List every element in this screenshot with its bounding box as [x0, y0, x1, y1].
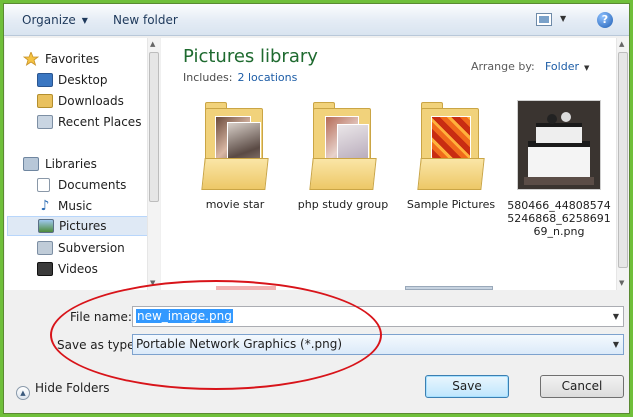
- save-form: File name: new_image.png ▼ Save as type:…: [4, 292, 629, 362]
- view-options-chevron-icon[interactable]: ▼: [560, 14, 566, 23]
- save-button[interactable]: Save: [425, 375, 509, 398]
- folder-item-php-study-group[interactable]: php study group: [291, 100, 395, 211]
- locations-link[interactable]: 2 locations: [237, 71, 297, 84]
- sidebar-item-subversion[interactable]: Subversion: [5, 238, 146, 258]
- includes-label: Includes:: [183, 71, 233, 84]
- nav-favorites-header[interactable]: Favorites: [5, 49, 146, 69]
- file-list-pane: Pictures library Includes: 2 locations Ar…: [161, 38, 629, 290]
- sidebar-item-music[interactable]: ♪ Music: [5, 196, 146, 216]
- chevron-up-icon: ▲: [16, 386, 30, 400]
- sidebar-item-label: Recent Places: [58, 115, 142, 129]
- sidebar-item-recent-places[interactable]: Recent Places: [5, 112, 146, 132]
- libraries-icon: [23, 157, 39, 171]
- content-scrollbar[interactable]: ▲ ▼: [616, 38, 629, 290]
- partial-item-thumbnail: [405, 286, 493, 290]
- file-name-label: File name:: [70, 310, 132, 324]
- item-label: Sample Pictures: [406, 198, 496, 211]
- cancel-button[interactable]: Cancel: [540, 375, 624, 398]
- scroll-up-arrow-icon[interactable]: ▲: [619, 40, 624, 48]
- chevron-down-icon: ▼: [612, 340, 619, 349]
- file-name-input[interactable]: new_image.png ▼: [132, 306, 624, 327]
- folder-icon: [199, 100, 271, 190]
- sidebar-item-pictures[interactable]: Pictures: [7, 216, 148, 236]
- sidebar-item-label: Subversion: [58, 241, 125, 255]
- nav-libraries-label: Libraries: [45, 157, 97, 171]
- downloads-icon: [37, 94, 53, 108]
- image-item-png[interactable]: 580466_448085745246868_625869169_n.png: [507, 100, 611, 238]
- new-folder-button[interactable]: New folder: [113, 13, 178, 27]
- chevron-down-icon: ▼: [584, 64, 590, 72]
- nav-scrollbar[interactable]: ▲ ▼: [147, 38, 160, 290]
- hide-folders-toggle[interactable]: ▲ Hide Folders: [16, 381, 110, 400]
- view-icon[interactable]: [536, 13, 552, 26]
- pictures-icon: [38, 219, 54, 233]
- folder-icon: [307, 100, 379, 190]
- organize-label: Organize: [22, 13, 76, 27]
- documents-icon: [37, 178, 50, 192]
- file-name-value: new_image.png: [136, 309, 233, 323]
- toolbar: Organize ▼ New folder ▼ ?: [4, 4, 629, 36]
- partial-item-thumbnail: [216, 286, 276, 290]
- sidebar-item-label: Music: [58, 199, 93, 213]
- recent-places-icon: [37, 115, 53, 129]
- desktop-icon: [37, 73, 53, 87]
- sidebar-item-documents[interactable]: Documents: [5, 175, 146, 195]
- hide-folders-label: Hide Folders: [35, 381, 110, 395]
- save-as-dialog: Organize ▼ New folder ▼ ? Favorites Deskt…: [3, 3, 630, 414]
- image-thumbnail: [517, 100, 601, 190]
- arrange-by-label: Arrange by:: [471, 60, 535, 73]
- folder-item-sample-pictures[interactable]: Sample Pictures: [399, 100, 503, 211]
- scroll-down-arrow-icon[interactable]: ▼: [150, 279, 155, 287]
- save-as-type-select[interactable]: Portable Network Graphics (*.png) ▼: [132, 334, 624, 355]
- music-icon: ♪: [40, 198, 50, 214]
- folder-icon: [415, 100, 487, 190]
- navigation-pane: Favorites Desktop Downloads Recent Place…: [5, 38, 160, 290]
- arrange-by-dropdown[interactable]: Folder ▼: [545, 60, 589, 73]
- videos-icon: [37, 262, 53, 276]
- arrange-by-value: Folder: [545, 60, 579, 73]
- sidebar-item-label: Videos: [58, 262, 98, 276]
- library-includes: Includes: 2 locations: [183, 71, 297, 84]
- organize-button[interactable]: Organize ▼: [22, 13, 88, 27]
- item-label: 580466_448085745246868_625869169_n.png: [507, 199, 611, 238]
- save-as-type-value: Portable Network Graphics (*.png): [136, 337, 343, 351]
- help-icon[interactable]: ?: [597, 12, 613, 28]
- scroll-up-arrow-icon[interactable]: ▲: [150, 40, 155, 48]
- sidebar-item-label: Documents: [58, 178, 127, 192]
- subversion-icon: [37, 241, 53, 255]
- chevron-down-icon: ▼: [81, 16, 88, 25]
- nav-favorites-label: Favorites: [45, 52, 100, 66]
- page-title: Pictures library: [183, 46, 318, 67]
- item-label: php study group: [297, 198, 389, 211]
- sidebar-item-label: Downloads: [58, 94, 124, 108]
- folder-item-movie-star[interactable]: movie star: [183, 100, 287, 211]
- sidebar-item-label: Desktop: [58, 73, 108, 87]
- content-scrollbar-thumb[interactable]: [618, 52, 628, 268]
- sidebar-item-label: Pictures: [59, 219, 107, 233]
- nav-scrollbar-thumb[interactable]: [149, 52, 159, 202]
- sidebar-item-videos[interactable]: Videos: [5, 259, 146, 279]
- sidebar-item-downloads[interactable]: Downloads: [5, 91, 146, 111]
- save-as-type-label: Save as type:: [57, 338, 139, 352]
- nav-libraries-header[interactable]: Libraries: [5, 154, 146, 174]
- star-icon: [23, 52, 39, 66]
- sidebar-item-desktop[interactable]: Desktop: [5, 70, 146, 90]
- chevron-down-icon[interactable]: ▼: [613, 307, 619, 326]
- scroll-down-arrow-icon[interactable]: ▼: [619, 279, 624, 287]
- item-label: movie star: [205, 198, 265, 211]
